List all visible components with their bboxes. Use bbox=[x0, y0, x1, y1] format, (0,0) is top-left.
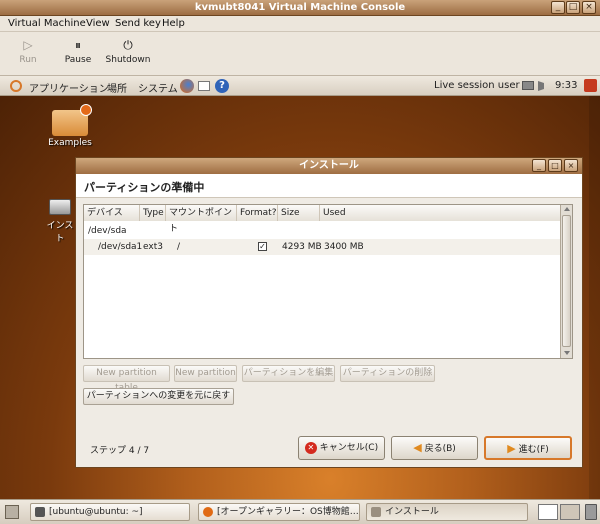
guest-top-panel: アプリケーション 場所 システム ? Live session user 9:3… bbox=[0, 76, 600, 96]
column-header-device[interactable]: デバイス bbox=[84, 205, 140, 221]
trash-icon[interactable] bbox=[585, 504, 597, 520]
checkmark-icon: ✓ bbox=[258, 242, 267, 251]
desktop-icon-label: インスト bbox=[46, 221, 74, 244]
column-header-mount[interactable]: マウントポイント bbox=[166, 205, 237, 234]
terminal-icon bbox=[35, 507, 45, 517]
menu-places[interactable]: 場所 bbox=[107, 80, 127, 95]
dialog-maximize-button[interactable]: □ bbox=[548, 159, 562, 172]
pause-icon: ⏸ bbox=[74, 38, 81, 52]
maximize-button[interactable]: □ bbox=[566, 1, 580, 14]
menu-view[interactable]: View bbox=[86, 18, 110, 29]
edit-partition-button[interactable]: パーティションを編集 bbox=[242, 365, 335, 382]
play-icon: ▷ bbox=[23, 38, 33, 52]
drive-icon bbox=[49, 199, 71, 215]
scroll-down-icon[interactable] bbox=[563, 351, 570, 355]
menu-virtual-machine[interactable]: Virtual Machine bbox=[8, 18, 86, 29]
partition-table[interactable]: デバイス Type マウントポイント Format? Size Used /de… bbox=[83, 204, 573, 359]
session-user[interactable]: Live session user bbox=[434, 80, 520, 91]
logout-icon[interactable] bbox=[584, 79, 597, 92]
delete-partition-button[interactable]: パーティションの削除 bbox=[340, 365, 435, 382]
back-button[interactable]: ◀ 戻る(B) bbox=[391, 436, 478, 460]
workspace-switcher[interactable] bbox=[560, 504, 580, 520]
help-icon[interactable]: ? bbox=[215, 79, 229, 93]
revert-changes-button[interactable]: パーティションへの変更を元に戻す bbox=[83, 388, 234, 405]
run-button[interactable]: ▷ Run bbox=[3, 35, 53, 65]
menu-applications[interactable]: アプリケーション bbox=[29, 80, 109, 95]
minimize-button[interactable]: _ bbox=[551, 1, 565, 14]
table-row[interactable]: /dev/sda bbox=[84, 223, 560, 239]
show-desktop-icon[interactable] bbox=[5, 505, 19, 519]
table-row[interactable]: /dev/sda1 ext3 / ✓ 4293 MB 3400 MB bbox=[84, 239, 560, 255]
taskbar-item-label: [ubuntu@ubuntu: ~] bbox=[49, 507, 143, 517]
cell-device: /dev/sda bbox=[88, 226, 127, 236]
desktop-icon-install[interactable]: インスト bbox=[44, 196, 76, 244]
scroll-thumb[interactable] bbox=[562, 215, 571, 347]
back-label: 戻る(B) bbox=[424, 444, 456, 454]
folder-icon bbox=[52, 104, 92, 136]
cancel-label: キャンセル(C) bbox=[319, 443, 379, 453]
firefox-icon bbox=[203, 507, 213, 517]
run-label: Run bbox=[19, 55, 37, 65]
table-scrollbar[interactable] bbox=[560, 205, 572, 358]
menu-help[interactable]: Help bbox=[162, 18, 185, 29]
volume-icon[interactable] bbox=[538, 81, 548, 91]
taskbar-item-label: [オープンギャラリー：OS博物館… bbox=[217, 507, 359, 517]
dialog-close-button[interactable]: × bbox=[564, 159, 578, 172]
column-header-used[interactable]: Used bbox=[320, 205, 560, 221]
scroll-up-icon[interactable] bbox=[563, 207, 570, 211]
dialog-minimize-button[interactable]: _ bbox=[532, 159, 546, 172]
forward-button[interactable]: ▶ 進む(F) bbox=[484, 436, 572, 460]
format-checkbox[interactable]: ✓ bbox=[258, 239, 267, 255]
taskbar-item-label: インストール bbox=[385, 507, 439, 517]
network-icon[interactable] bbox=[522, 81, 534, 90]
vm-viewport-edge bbox=[589, 96, 600, 499]
menu-system[interactable]: システム bbox=[138, 80, 178, 95]
column-header-size[interactable]: Size bbox=[278, 205, 320, 221]
shutdown-label: Shutdown bbox=[105, 55, 151, 65]
dialog-heading: パーティションの準備中 bbox=[76, 174, 582, 198]
column-header-type[interactable]: Type bbox=[140, 205, 166, 221]
close-button[interactable]: × bbox=[582, 1, 596, 14]
window-titlebar[interactable]: kvmubt8041 Virtual Machine Console _ □ × bbox=[0, 0, 600, 16]
cancel-button[interactable]: ✕ キャンセル(C) bbox=[298, 436, 385, 460]
column-header-format[interactable]: Format? bbox=[237, 205, 278, 221]
arrow-left-icon: ◀ bbox=[413, 441, 422, 454]
power-icon: ⏻ bbox=[123, 38, 133, 52]
share-emblem-icon bbox=[80, 104, 92, 116]
cell-size: 4293 MB bbox=[282, 242, 322, 252]
mail-icon[interactable] bbox=[198, 81, 210, 91]
desktop-icon-label: Examples bbox=[48, 138, 92, 148]
installer-dialog: インストール _ □ × パーティションの準備中 デバイス Type マウントポ… bbox=[75, 157, 583, 468]
workspace-switcher[interactable] bbox=[538, 504, 558, 520]
menu-bar: Virtual Machine View Send key Help bbox=[0, 16, 600, 32]
dialog-title[interactable]: インストール bbox=[76, 158, 582, 174]
clock[interactable]: 9:33 bbox=[555, 80, 577, 91]
cell-device: /dev/sda1 bbox=[98, 242, 143, 252]
cell-mount: / bbox=[177, 242, 181, 252]
taskbar-item-terminal[interactable]: [ubuntu@ubuntu: ~] bbox=[30, 503, 190, 521]
ubuntu-logo-icon[interactable] bbox=[10, 80, 22, 92]
step-indicator: ステップ 4 / 7 bbox=[90, 446, 150, 456]
installer-icon bbox=[371, 507, 381, 517]
guest-taskbar: [ubuntu@ubuntu: ~] [オープンギャラリー：OS博物館… インス… bbox=[0, 499, 600, 524]
cancel-icon: ✕ bbox=[304, 441, 317, 454]
cell-type: ext3 bbox=[143, 242, 163, 252]
menu-send-key[interactable]: Send key bbox=[115, 18, 161, 29]
new-partition-table-button[interactable]: New partition table bbox=[83, 365, 170, 393]
shutdown-button[interactable]: ⏻ Shutdown bbox=[103, 35, 153, 65]
toolbar: ▷ Run ⏸ Pause ⏻ Shutdown bbox=[0, 32, 600, 76]
forward-label: 進む(F) bbox=[518, 445, 549, 455]
window-title: kvmubt8041 Virtual Machine Console bbox=[194, 2, 406, 13]
pause-button[interactable]: ⏸ Pause bbox=[53, 35, 103, 65]
cell-used: 3400 MB bbox=[324, 242, 364, 252]
taskbar-item-installer[interactable]: インストール bbox=[366, 503, 528, 521]
arrow-right-icon: ▶ bbox=[507, 442, 516, 455]
pause-label: Pause bbox=[64, 55, 92, 65]
new-partition-button[interactable]: New partition bbox=[174, 365, 237, 382]
taskbar-item-browser[interactable]: [オープンギャラリー：OS博物館… bbox=[198, 503, 360, 521]
desktop-icon-examples[interactable]: Examples bbox=[48, 104, 92, 148]
firefox-icon[interactable] bbox=[180, 79, 194, 93]
